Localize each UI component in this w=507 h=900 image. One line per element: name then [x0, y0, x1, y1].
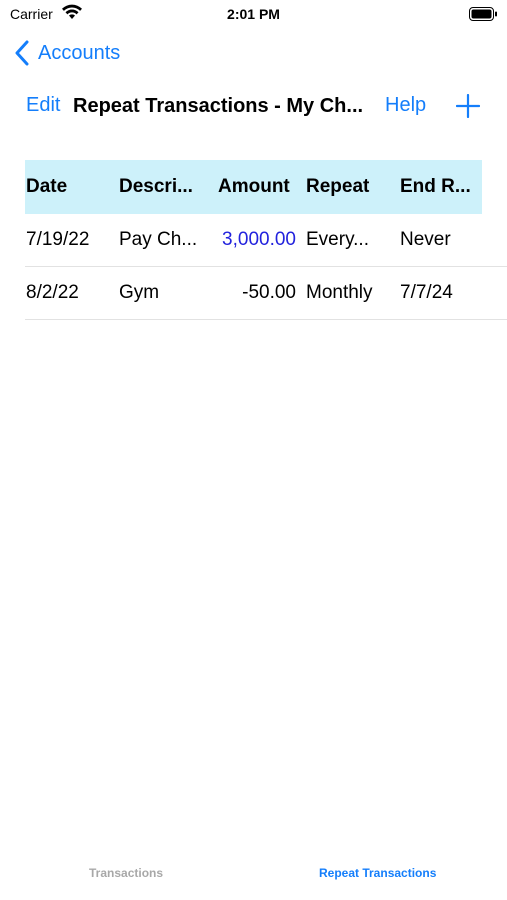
row-amount: -50.00: [242, 282, 296, 303]
add-icon[interactable]: [456, 94, 480, 118]
table-row[interactable]: 7/19/22 Pay Ch... 3,000.00 Every... Neve…: [25, 214, 507, 267]
table-row[interactable]: 8/2/22 Gym -50.00 Monthly 7/7/24: [25, 267, 507, 320]
header-description[interactable]: Descri...: [119, 176, 209, 198]
page-title: Repeat Transactions - My Ch...: [73, 95, 364, 117]
tab-repeat-transactions[interactable]: Repeat Transactions: [319, 866, 436, 880]
row-repeat: Monthly: [306, 282, 373, 303]
table-header: Date Descri... Amount Repeat End R...: [25, 160, 482, 214]
row-end-repeat: Never: [400, 229, 451, 250]
row-amount: 3,000.00: [222, 229, 296, 250]
repeat-transactions-table: Date Descri... Amount Repeat End R... 7/…: [25, 160, 507, 320]
battery-icon: [469, 7, 497, 21]
row-end-repeat: 7/7/24: [400, 282, 453, 303]
back-label: Accounts: [38, 41, 121, 64]
chevron-left-icon: [15, 40, 29, 66]
header-end-repeat[interactable]: End R...: [400, 176, 482, 198]
row-repeat: Every...: [306, 229, 369, 250]
header-repeat[interactable]: Repeat: [306, 176, 400, 198]
row-description: Pay Ch...: [119, 229, 198, 250]
back-button[interactable]: Accounts: [14, 38, 120, 68]
row-date: 8/2/22: [26, 282, 79, 303]
toolbar: Edit Repeat Transactions - My Ch... Help: [0, 90, 507, 124]
tab-bar: Transactions Repeat Transactions: [0, 866, 507, 900]
header-amount[interactable]: Amount: [209, 176, 306, 198]
row-date: 7/19/22: [26, 229, 90, 250]
tab-transactions[interactable]: Transactions: [89, 866, 163, 880]
row-description: Gym: [119, 282, 160, 303]
status-bar: Carrier 2:01 PM: [0, 0, 507, 28]
help-button[interactable]: Help: [385, 94, 426, 117]
header-date[interactable]: Date: [25, 176, 119, 198]
clock: 2:01 PM: [227, 6, 280, 22]
edit-button[interactable]: Edit: [26, 94, 60, 117]
